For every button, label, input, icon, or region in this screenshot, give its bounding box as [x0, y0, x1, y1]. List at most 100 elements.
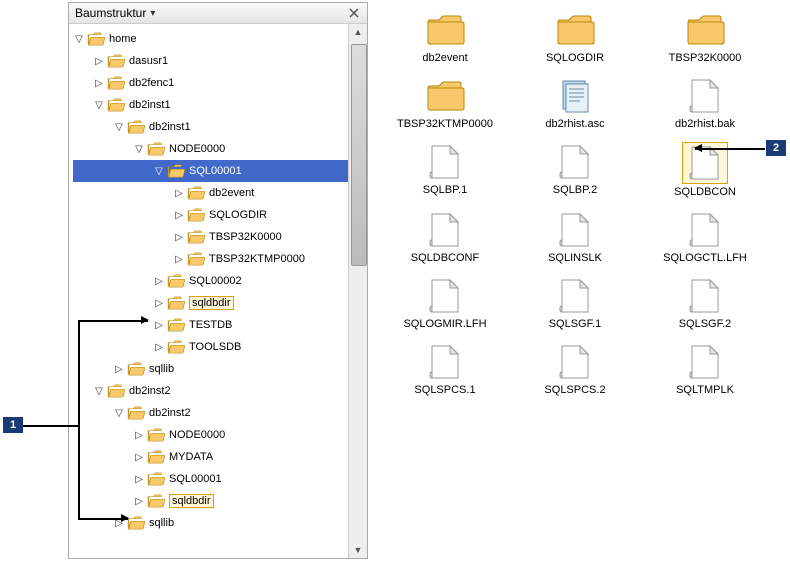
content-item[interactable]: SQLINSLK	[510, 210, 640, 264]
file-text-icon	[553, 76, 597, 116]
tree-node[interactable]: ▷db2event	[73, 182, 348, 204]
content-item-label: db2rhist.bak	[675, 118, 735, 130]
dropdown-icon[interactable]: ▾	[150, 8, 155, 19]
folder-icon	[127, 362, 145, 376]
tree-node-label: NODE0000	[169, 429, 231, 441]
tree-node[interactable]: ▷MYDATA	[73, 446, 348, 468]
expand-toggle-icon[interactable]: ▷	[153, 276, 165, 287]
content-item[interactable]: SQLSGF.1	[510, 276, 640, 330]
tree-panel: Baumstruktur ▾ ▽home▷dasusr1▷db2fenc1▽db…	[68, 2, 368, 559]
content-item-label: SQLSPCS.2	[544, 384, 605, 396]
tree-node[interactable]: ▷TBSP32K0000	[73, 226, 348, 248]
folder-closed-icon	[423, 76, 467, 116]
tree[interactable]: ▽home▷dasusr1▷db2fenc1▽db2inst1▽db2inst1…	[69, 24, 348, 558]
content-item-label: SQLSGF.1	[549, 318, 602, 330]
content-item[interactable]: db2event	[380, 10, 510, 64]
folder-icon	[127, 406, 145, 420]
expand-toggle-icon[interactable]: ▽	[113, 122, 125, 133]
tree-node-label: dasusr1	[129, 55, 174, 67]
expand-toggle-icon[interactable]: ▷	[133, 430, 145, 441]
file-icon	[683, 276, 727, 316]
content-item[interactable]: SQLDBCON	[640, 142, 770, 198]
expand-toggle-icon[interactable]: ▷	[93, 56, 105, 67]
scroll-thumb[interactable]	[351, 44, 367, 266]
expand-toggle-icon[interactable]: ▽	[73, 34, 85, 45]
tree-node[interactable]: ▷ NODE0000	[73, 424, 348, 446]
folder-closed-icon	[553, 10, 597, 50]
expand-toggle-icon[interactable]: ▷	[113, 364, 125, 375]
folder-icon	[167, 164, 185, 178]
file-icon	[423, 276, 467, 316]
tree-node[interactable]: ▷ dasusr1	[73, 50, 348, 72]
callout-1-arrow-bottom	[78, 518, 128, 520]
tree-node[interactable]: ▽db2inst1	[73, 116, 348, 138]
tree-node[interactable]: ▷SQL00002	[73, 270, 348, 292]
expand-toggle-icon[interactable]: ▷	[153, 342, 165, 353]
content-item-label: SQLBP.2	[553, 184, 597, 196]
folder-icon	[147, 472, 165, 486]
folder-closed-icon	[683, 10, 727, 50]
file-icon	[553, 142, 597, 182]
tree-node[interactable]: ▽db2inst2	[73, 402, 348, 424]
expand-toggle-icon[interactable]: ▷	[133, 452, 145, 463]
tree-node-label: sqllib	[149, 363, 180, 375]
expand-toggle-icon[interactable]: ▷	[93, 78, 105, 89]
scroll-down-icon[interactable]: ▼	[349, 542, 367, 558]
content-item[interactable]: SQLSPCS.2	[510, 342, 640, 396]
file-icon	[553, 342, 597, 382]
expand-toggle-icon[interactable]: ▷	[153, 298, 165, 309]
tree-node[interactable]: ▷TESTDB	[73, 314, 348, 336]
tree-node[interactable]: ▷sqllib	[73, 512, 348, 534]
expand-toggle-icon[interactable]: ▷	[153, 320, 165, 331]
content-item[interactable]: SQLSGF.2	[640, 276, 770, 330]
expand-toggle-icon[interactable]: ▷	[133, 474, 145, 485]
expand-toggle-icon[interactable]: ▷	[133, 496, 145, 507]
tree-node[interactable]: ▷sqldbdir	[73, 292, 348, 314]
expand-toggle-icon[interactable]: ▷	[173, 254, 185, 265]
folder-icon	[147, 428, 165, 442]
content-item[interactable]: SQLSPCS.1	[380, 342, 510, 396]
expand-toggle-icon[interactable]: ▽	[153, 166, 165, 177]
tree-node[interactable]: ▽NODE0000	[73, 138, 348, 160]
tree-node[interactable]: ▷SQL00001	[73, 468, 348, 490]
tree-node[interactable]: ▷TBSP32KTMP0000	[73, 248, 348, 270]
folder-icon	[167, 296, 185, 310]
file-icon	[423, 142, 467, 182]
expand-toggle-icon[interactable]: ▽	[113, 408, 125, 419]
content-item[interactable]: SQLTMPLK	[640, 342, 770, 396]
vertical-scrollbar[interactable]: ▲ ▼	[348, 24, 367, 558]
expand-toggle-icon[interactable]: ▽	[93, 100, 105, 111]
folder-icon	[167, 274, 185, 288]
tree-node[interactable]: ▷db2fenc1	[73, 72, 348, 94]
content-item[interactable]: SQLOGMIR.LFH	[380, 276, 510, 330]
tree-node[interactable]: ▽home	[73, 28, 348, 50]
tree-node[interactable]: ▽ db2inst2	[73, 380, 348, 402]
tree-node[interactable]: ▷TOOLSDB	[73, 336, 348, 358]
content-item[interactable]: db2rhist.asc	[510, 76, 640, 130]
scroll-up-icon[interactable]: ▲	[349, 24, 367, 40]
content-item[interactable]: SQLBP.2	[510, 142, 640, 198]
file-icon	[553, 276, 597, 316]
expand-toggle-icon[interactable]: ▷	[173, 210, 185, 221]
content-item[interactable]: db2rhist.bak	[640, 76, 770, 130]
content-item-label: SQLSPCS.1	[414, 384, 475, 396]
expand-toggle-icon[interactable]: ▽	[133, 144, 145, 155]
content-item[interactable]: TBSP32K0000	[640, 10, 770, 64]
tree-node[interactable]: ▷sqldbdir	[73, 490, 348, 512]
tree-node-label: db2inst2	[129, 385, 177, 397]
tree-node[interactable]: ▷ sqllib	[73, 358, 348, 380]
folder-icon	[187, 230, 205, 244]
expand-toggle-icon[interactable]: ▽	[93, 386, 105, 397]
expand-toggle-icon[interactable]: ▷	[173, 232, 185, 243]
content-item[interactable]: SQLDBCONF	[380, 210, 510, 264]
tree-node[interactable]: ▽db2inst1	[73, 94, 348, 116]
folder-icon	[107, 384, 125, 398]
content-item[interactable]: SQLOGCTL.LFH	[640, 210, 770, 264]
close-icon[interactable]	[347, 6, 361, 20]
content-item[interactable]: SQLOGDIR	[510, 10, 640, 64]
tree-node[interactable]: ▷SQLOGDIR	[73, 204, 348, 226]
expand-toggle-icon[interactable]: ▷	[173, 188, 185, 199]
tree-node[interactable]: ▽SQL00001	[73, 160, 348, 182]
content-item[interactable]: TBSP32KTMP0000	[380, 76, 510, 130]
content-item[interactable]: SQLBP.1	[380, 142, 510, 198]
